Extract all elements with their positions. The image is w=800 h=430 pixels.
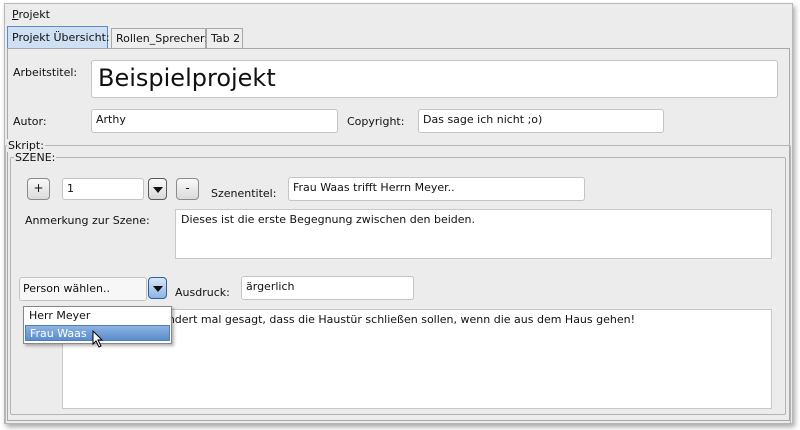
anmerkung-textarea[interactable]: Dieses ist die erste Begegnung zwischen … bbox=[175, 209, 772, 259]
tab-projekt-uebersicht[interactable]: Projekt Übersicht: bbox=[7, 26, 110, 49]
szene-group-title: SZENE: bbox=[14, 151, 57, 164]
menu-label-rest: rojekt bbox=[18, 8, 50, 21]
remove-scene-button[interactable]: - bbox=[176, 178, 199, 200]
scene-dropdown-button[interactable] bbox=[148, 178, 167, 200]
triangle-down-icon bbox=[153, 187, 163, 193]
person-combo-display[interactable]: Person wählen.. bbox=[19, 277, 147, 301]
arbeitstitel-input[interactable]: Beispielprojekt bbox=[91, 60, 778, 98]
menu-projekt[interactable]: Projekt bbox=[12, 8, 50, 21]
person-option-herr-meyer[interactable]: Herr Meyer bbox=[25, 308, 170, 324]
szenentitel-label: Szenentitel: bbox=[211, 187, 277, 200]
copyright-input[interactable]: Das sage ich nicht ;o) bbox=[418, 109, 664, 133]
app-window: Projekt Projekt Übersicht: Rollen_Sprech… bbox=[4, 3, 793, 424]
tab-2[interactable]: Tab 2 bbox=[206, 28, 243, 49]
triangle-down-icon bbox=[153, 286, 163, 292]
anmerkung-label: Anmerkung zur Szene: bbox=[25, 214, 150, 227]
autor-label: Autor: bbox=[13, 115, 47, 128]
menubar: Projekt bbox=[5, 4, 792, 25]
scene-number-input[interactable]: 1 bbox=[62, 178, 144, 200]
copyright-label: Copyright: bbox=[347, 115, 405, 128]
autor-input[interactable]: Arthy bbox=[91, 109, 338, 133]
person-dropdown-button[interactable] bbox=[148, 277, 167, 299]
tab-rollen-sprecher[interactable]: Rollen_Sprecher: bbox=[111, 28, 208, 49]
add-scene-button[interactable]: + bbox=[27, 178, 50, 200]
arbeitstitel-label: Arbeitstitel: bbox=[13, 66, 78, 79]
szenentitel-input[interactable]: Frau Waas trifft Herrn Meyer.. bbox=[288, 177, 585, 201]
ausdruck-input[interactable]: ärgerlich bbox=[241, 276, 414, 300]
arrow-cursor-icon bbox=[92, 330, 104, 348]
ausdruck-label: Ausdruck: bbox=[175, 286, 230, 299]
